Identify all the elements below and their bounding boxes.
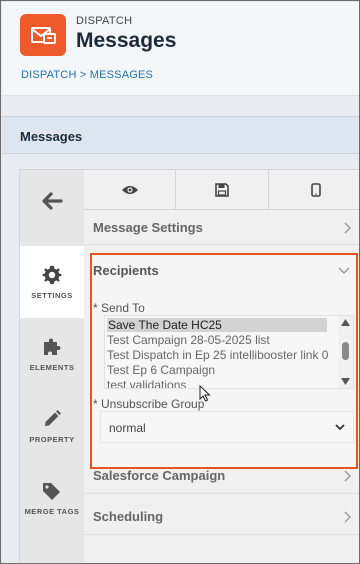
section-header: Messages — [2, 116, 359, 154]
tag-icon — [43, 482, 60, 500]
unsubscribe-group-select[interactable]: normal — [100, 411, 354, 443]
send-to-listbox[interactable]: Save The Date HC25 Test Campaign 28-05-2… — [104, 315, 354, 389]
dispatch-logo-icon — [20, 14, 66, 56]
accordion-scheduling[interactable]: Scheduling — [83, 497, 359, 535]
chevron-right-icon — [344, 470, 351, 482]
chevron-down-icon — [335, 424, 345, 431]
listbox-scrollbar[interactable] — [338, 316, 353, 388]
app-window: DISPATCH Messages DISPATCH > MESSAGES Me… — [0, 0, 360, 564]
send-to-option[interactable]: Test Campaign 28-05-2025 list — [107, 333, 270, 347]
preview-button[interactable] — [84, 170, 176, 210]
recipients-section: Recipients * Send To Save The Date HC25 … — [90, 253, 358, 469]
rail-item-elements[interactable]: ELEMENTS — [20, 318, 84, 390]
send-to-option-selected[interactable]: Save The Date HC25 — [107, 318, 327, 332]
accordion-recipients-label[interactable]: Recipients — [93, 263, 159, 278]
rail-label-elements: ELEMENTS — [29, 362, 75, 372]
mobile-preview-button[interactable] — [269, 170, 359, 210]
accordion-message-settings[interactable]: Message Settings — [83, 209, 359, 245]
breadcrumb-messages-link[interactable]: MESSAGES — [90, 69, 153, 81]
breadcrumb-separator: > — [79, 69, 87, 81]
pencil-icon — [45, 409, 61, 426]
chevron-right-icon — [344, 222, 351, 234]
arrow-left-icon — [42, 192, 63, 210]
side-rail: SETTINGS ELEMENTS PROPERTY MERGE TAGS — [20, 170, 84, 563]
scroll-down-icon[interactable] — [341, 378, 350, 385]
chevron-down-icon[interactable] — [338, 267, 350, 274]
unsubscribe-group-label: * Unsubscribe Group — [93, 397, 205, 411]
section-title: Messages — [20, 129, 83, 144]
breadcrumb: DISPATCH > MESSAGES — [21, 69, 153, 81]
editor-toolbar — [84, 170, 359, 210]
mouse-cursor-icon — [199, 385, 211, 402]
send-to-option[interactable]: test validations — [107, 378, 186, 388]
send-to-label: * Send To — [93, 301, 145, 315]
accordion-salesforce-campaign-label: Salesforce Campaign — [93, 468, 226, 483]
rail-item-settings[interactable]: SETTINGS — [20, 246, 84, 318]
unsubscribe-group-value: normal — [109, 421, 146, 435]
rail-item-merge-tags[interactable]: MERGE TAGS — [20, 462, 84, 534]
save-button[interactable] — [176, 170, 269, 210]
page-title: Messages — [76, 29, 177, 52]
scrollbar-thumb[interactable] — [342, 342, 349, 360]
rail-item-property[interactable]: PROPERTY — [20, 390, 84, 462]
page-header: DISPATCH Messages DISPATCH > MESSAGES — [2, 2, 359, 96]
mobile-icon — [310, 183, 321, 197]
scroll-up-icon[interactable] — [341, 319, 350, 326]
accordion-message-settings-label: Message Settings — [93, 220, 203, 235]
save-icon — [215, 183, 229, 197]
send-to-option[interactable]: Test Ep 6 Campaign — [107, 363, 215, 377]
rail-label-settings: SETTINGS — [31, 290, 73, 300]
gear-icon — [42, 265, 62, 284]
chevron-right-icon — [344, 511, 351, 523]
back-button[interactable] — [20, 170, 84, 232]
eye-icon — [121, 186, 138, 194]
rail-label-merge-tags: MERGE TAGS — [24, 506, 80, 516]
breadcrumb-dispatch-link[interactable]: DISPATCH — [21, 69, 77, 81]
rail-label-property: PROPERTY — [29, 434, 75, 444]
send-to-option[interactable]: Test Dispatch in Ep 25 intellibooster li… — [107, 348, 328, 362]
app-label: DISPATCH — [76, 15, 133, 27]
accordion-scheduling-label: Scheduling — [93, 509, 164, 524]
puzzle-icon — [44, 338, 61, 355]
